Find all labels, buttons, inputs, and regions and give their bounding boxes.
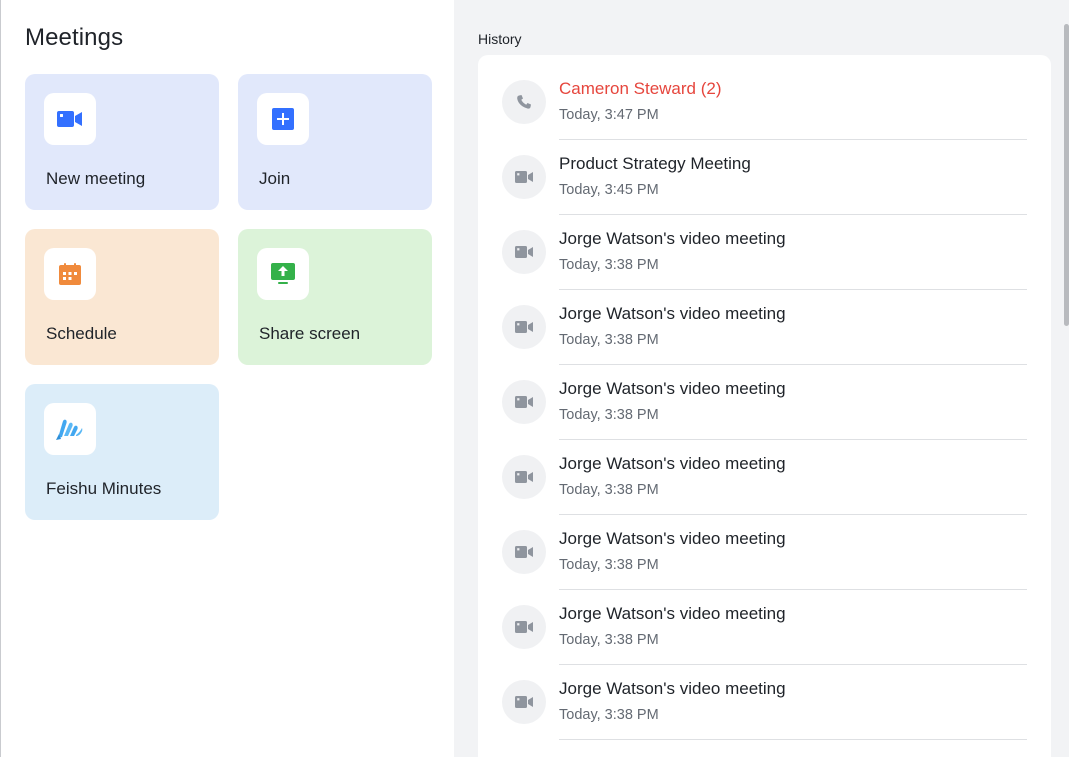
calendar-icon <box>44 248 96 300</box>
phone-icon <box>502 80 546 124</box>
history-item-time: Today, 3:45 PM <box>559 182 659 198</box>
history-title: History <box>478 31 522 47</box>
scrollbar[interactable] <box>1063 0 1069 757</box>
history-item[interactable]: Jorge Watson's video meeting Today, 3:38 … <box>478 205 1051 290</box>
history-item[interactable]: Product Strategy Meeting Today, 3:45 PM <box>478 130 1051 215</box>
history-item-title: Jorge Watson's video meeting <box>559 379 786 398</box>
history-item-time: Today, 3:38 PM <box>559 257 659 273</box>
history-item-time: Today, 3:38 PM <box>559 407 659 423</box>
history-item-title: Cameron Steward (2) <box>559 79 722 98</box>
scrollbar-thumb[interactable] <box>1064 24 1069 326</box>
video-icon <box>502 155 546 199</box>
history-item-time: Today, 3:38 PM <box>559 632 659 648</box>
page-title: Meetings <box>25 24 124 51</box>
history-item-time: Today, 3:38 PM <box>559 482 659 498</box>
history-item-title: Jorge Watson's video meeting <box>559 304 786 323</box>
video-camera-icon <box>44 93 96 145</box>
history-item-title: Jorge Watson's video meeting <box>559 604 786 623</box>
history-list: Cameron Steward (2) Today, 3:47 PM Product… <box>478 55 1051 757</box>
divider <box>559 739 1027 740</box>
video-icon <box>502 230 546 274</box>
history-item[interactable]: Jorge Watson's video meeting Today, 3:38 … <box>478 280 1051 365</box>
history-item[interactable]: Jorge Watson's video meeting Today, 3:38 … <box>478 580 1051 665</box>
schedule-tile[interactable]: Schedule <box>25 229 219 365</box>
new-meeting-tile[interactable]: New meeting <box>25 74 219 210</box>
history-item[interactable]: Jorge Watson's video meeting Today, 3:38 … <box>478 505 1051 590</box>
join-label: Join <box>259 169 291 188</box>
history-item-title: Jorge Watson's video meeting <box>559 229 786 248</box>
feishu-minutes-label: Feishu Minutes <box>46 479 162 498</box>
history-item-title: Jorge Watson's video meeting <box>559 529 786 548</box>
history-item-time: Today, 3:47 PM <box>559 107 659 123</box>
minutes-logo-icon <box>44 403 96 455</box>
video-icon <box>502 305 546 349</box>
video-icon <box>502 380 546 424</box>
share-screen-icon <box>257 248 309 300</box>
video-icon <box>502 530 546 574</box>
history-item-title: Jorge Watson's video meeting <box>559 454 786 473</box>
history-item-title: Product Strategy Meeting <box>559 154 751 173</box>
history-item-title: Jorge Watson's video meeting <box>559 679 786 698</box>
feishu-minutes-tile[interactable]: Feishu Minutes <box>25 384 219 520</box>
video-icon <box>502 680 546 724</box>
share-screen-label: Share screen <box>259 324 361 343</box>
video-icon <box>502 455 546 499</box>
share-screen-tile[interactable]: Share screen <box>238 229 432 365</box>
history-item-time: Today, 3:38 PM <box>559 332 659 348</box>
history-item[interactable]: Cameron Steward (2) Today, 3:47 PM <box>478 55 1051 140</box>
meetings-panel: Meetings New meeting Join Schedule Share… <box>0 0 454 757</box>
history-panel: History Cameron Steward (2) Today, 3:47 P… <box>454 0 1069 757</box>
history-item-time: Today, 3:38 PM <box>559 557 659 573</box>
plus-square-icon <box>257 93 309 145</box>
history-item[interactable]: Jorge Watson's video meeting Today, 3:38 … <box>478 430 1051 515</box>
join-tile[interactable]: Join <box>238 74 432 210</box>
history-item[interactable]: Jorge Watson's video meeting Today, 3:38 … <box>478 655 1051 740</box>
history-item[interactable]: Jorge Watson's video meeting Today, 3:38 … <box>478 355 1051 440</box>
history-item-time: Today, 3:38 PM <box>559 707 659 723</box>
new-meeting-label: New meeting <box>46 169 146 188</box>
schedule-label: Schedule <box>46 324 117 343</box>
video-icon <box>502 605 546 649</box>
